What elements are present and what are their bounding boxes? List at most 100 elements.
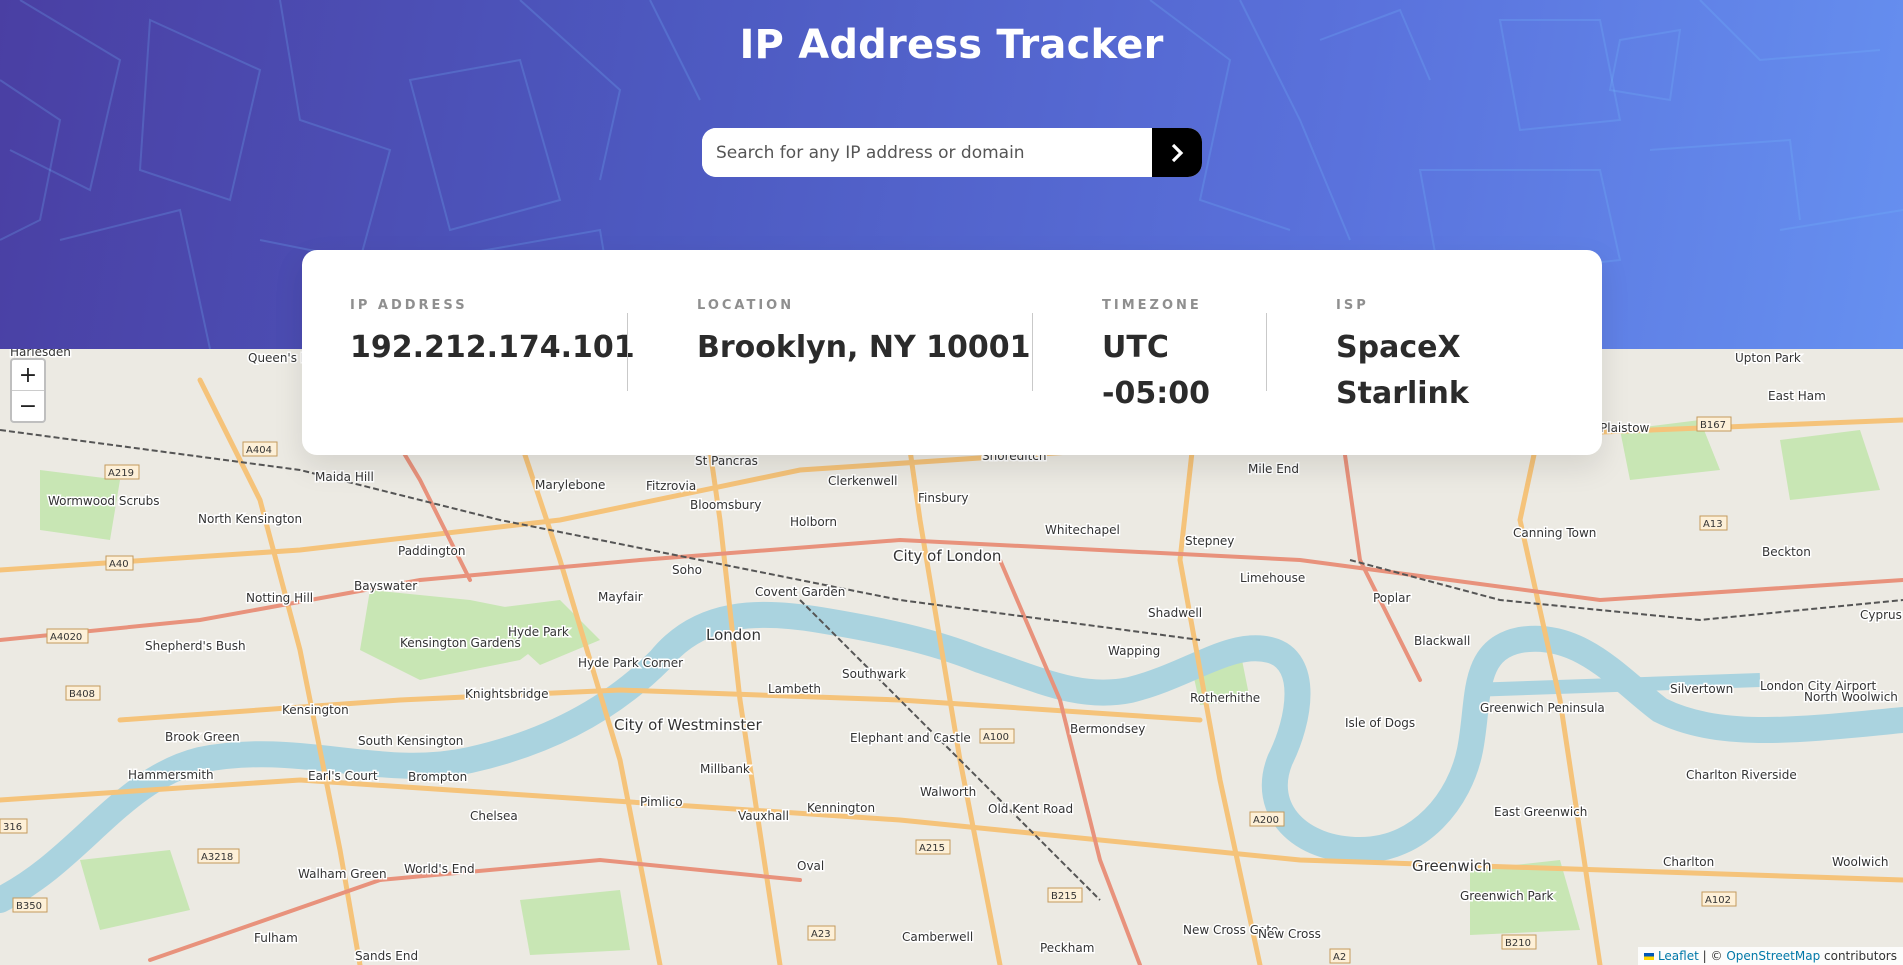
map-place-label: Greenwich Park bbox=[1460, 889, 1553, 903]
map-place-label: London bbox=[706, 626, 761, 644]
ip-address-section: IP ADDRESS 192.212.174.101 bbox=[350, 298, 635, 371]
map-place-label: Kennington bbox=[807, 801, 875, 815]
map-place-label: Mile End bbox=[1248, 462, 1299, 476]
map-place-label: Hyde Park Corner bbox=[578, 656, 683, 670]
road-shield-label: A100 bbox=[983, 732, 1009, 743]
map-place-label: Blackwall bbox=[1414, 634, 1470, 648]
map-place-label: Greenwich Peninsula bbox=[1480, 701, 1605, 715]
timezone-label: TIMEZONE bbox=[1102, 298, 1202, 313]
map-place-label: Finsbury bbox=[918, 491, 968, 505]
map-place-label: Southwark bbox=[842, 667, 906, 681]
isp-value: SpaceX Starlink bbox=[1336, 330, 1469, 411]
map-place-label: Canning Town bbox=[1513, 526, 1596, 540]
timezone-value: UTC -05:00 bbox=[1102, 330, 1210, 411]
map-place-label: Shadwell bbox=[1148, 606, 1202, 620]
map-place-label: Fulham bbox=[254, 931, 298, 945]
zoom-in-button[interactable]: + bbox=[12, 360, 44, 391]
map-place-label: South Kensington bbox=[358, 734, 463, 748]
search-submit-button[interactable] bbox=[1152, 128, 1202, 177]
map-place-label: Hammersmith bbox=[128, 768, 214, 782]
map-place-label: Cyprus bbox=[1860, 608, 1902, 622]
map-place-label: Sands End bbox=[355, 949, 418, 963]
road-shield-label: A4020 bbox=[50, 632, 82, 643]
map-place-label: Walworth bbox=[920, 785, 976, 799]
map-place-label: World's End bbox=[404, 862, 475, 876]
leaflet-link[interactable]: Leaflet bbox=[1658, 949, 1699, 963]
map-place-label: London City Airport bbox=[1760, 679, 1877, 693]
road-shield-label: A404 bbox=[246, 445, 272, 456]
search-form bbox=[702, 128, 1202, 177]
page-title: IP Address Tracker bbox=[739, 22, 1164, 68]
map-place-label: Hyde Park bbox=[508, 625, 569, 639]
road-shield-label: B215 bbox=[1051, 891, 1077, 902]
map-place-label: Paddington bbox=[398, 544, 466, 558]
chevron-right-icon bbox=[1171, 143, 1184, 162]
divider bbox=[1266, 313, 1267, 391]
map-place-label: Earl's Court bbox=[308, 769, 378, 783]
map-place-label: Poplar bbox=[1373, 591, 1410, 605]
map-place-label: Mayfair bbox=[598, 590, 643, 604]
isp-section: ISP SpaceX Starlink bbox=[1336, 298, 1602, 417]
map-place-label: Notting Hill bbox=[246, 591, 313, 605]
map-place-label: Camberwell bbox=[902, 930, 973, 944]
map-place-label: Elephant and Castle bbox=[850, 731, 971, 745]
road-shield-label: B167 bbox=[1700, 420, 1726, 431]
map-place-label: Vauxhall bbox=[738, 809, 789, 823]
map-place-label: Peckham bbox=[1040, 941, 1094, 955]
map-place-label: Chelsea bbox=[470, 809, 518, 823]
map-place-label: New Cross bbox=[1258, 927, 1321, 941]
map-place-label: Shepherd's Bush bbox=[145, 639, 246, 653]
contributors-text: contributors bbox=[1824, 949, 1897, 963]
location-section: LOCATION Brooklyn, NY 10001 bbox=[697, 298, 1031, 371]
map-place-label: Marylebone bbox=[535, 478, 605, 492]
divider bbox=[627, 313, 628, 391]
map-place-label: Kensington bbox=[282, 703, 349, 717]
road-shield-label: A40 bbox=[109, 559, 129, 570]
zoom-control: + − bbox=[10, 358, 46, 423]
divider bbox=[1032, 313, 1033, 391]
leaflet-flag-icon bbox=[1644, 953, 1655, 960]
ip-info-card: IP ADDRESS 192.212.174.101 LOCATION Broo… bbox=[302, 250, 1602, 455]
road-shield-label: A219 bbox=[108, 468, 134, 479]
map-place-label: Soho bbox=[672, 563, 702, 577]
map-place-label: Silvertown bbox=[1670, 682, 1733, 696]
osm-link[interactable]: OpenStreetMap bbox=[1726, 949, 1820, 963]
road-shield-label: A3218 bbox=[201, 852, 233, 863]
map-place-label: Charlton Riverside bbox=[1686, 768, 1797, 782]
road-shield-label: A200 bbox=[1253, 815, 1279, 826]
ip-address-value: 192.212.174.101 bbox=[350, 330, 635, 365]
map-place-label: East Ham bbox=[1768, 389, 1826, 403]
map-place-label: Wapping bbox=[1108, 644, 1160, 658]
copyright-symbol: © bbox=[1710, 949, 1723, 963]
map-place-label: North Kensington bbox=[198, 512, 302, 526]
road-shield-label: A23 bbox=[811, 929, 831, 940]
map-place-label: Fitzrovia bbox=[646, 479, 696, 493]
location-label: LOCATION bbox=[697, 298, 795, 313]
road-shield-label: A102 bbox=[1705, 895, 1731, 906]
road-shield-label: 316 bbox=[3, 822, 22, 833]
location-value: Brooklyn, NY 10001 bbox=[697, 330, 1031, 365]
map-place-label: Lambeth bbox=[768, 682, 821, 696]
map-place-label: Kensington Gardens bbox=[400, 636, 521, 650]
road-shield-label: B210 bbox=[1505, 938, 1531, 949]
map-place-label: St Pancras bbox=[695, 454, 758, 468]
map-place-label: Old Kent Road bbox=[988, 802, 1073, 816]
map-place-label: Knightsbridge bbox=[465, 687, 549, 701]
map-place-label: Bloomsbury bbox=[690, 498, 761, 512]
map-place-label: Woolwich bbox=[1832, 855, 1889, 869]
map-place-label: City of London bbox=[893, 547, 1001, 565]
map-place-label: East Greenwich bbox=[1494, 805, 1587, 819]
map-attribution: Leaflet | © OpenStreetMap contributors bbox=[1638, 947, 1903, 965]
map-place-label: Beckton bbox=[1762, 545, 1811, 559]
road-shield-label: A215 bbox=[919, 843, 945, 854]
zoom-out-button[interactable]: − bbox=[12, 391, 44, 421]
map-place-label: Pimlico bbox=[640, 795, 683, 809]
map-place-label: Wormwood Scrubs bbox=[48, 494, 159, 508]
map-place-label: Holborn bbox=[790, 515, 837, 529]
map-place-label: Millbank bbox=[700, 762, 750, 776]
map-place-label: Upton Park bbox=[1735, 351, 1801, 365]
attribution-separator: | bbox=[1702, 949, 1707, 963]
map-place-label: Bayswater bbox=[354, 579, 417, 593]
map-place-label: Charlton bbox=[1663, 855, 1714, 869]
search-input[interactable] bbox=[702, 128, 1152, 177]
